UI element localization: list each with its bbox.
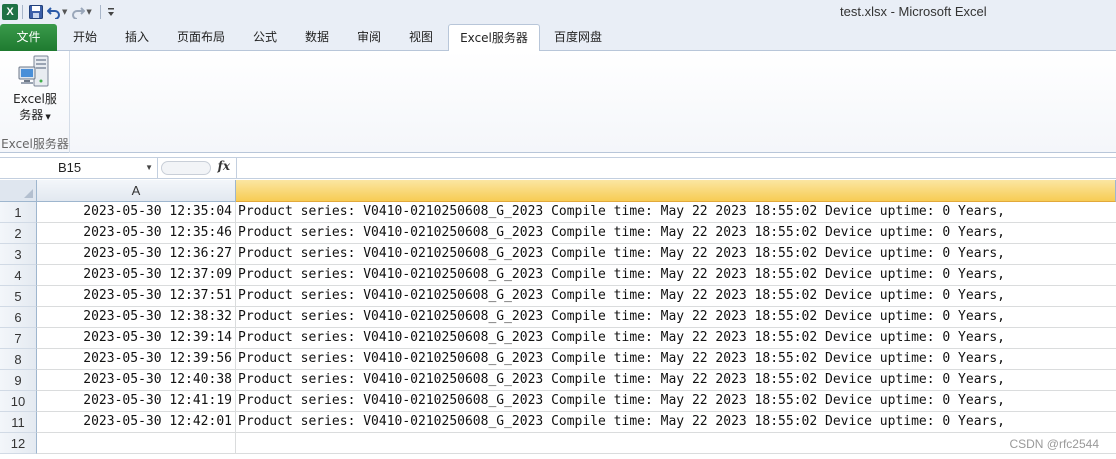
cell-a[interactable]: 2023-05-30 12:42:01 — [37, 412, 236, 432]
row-header[interactable]: 11 — [0, 412, 37, 433]
row-header[interactable]: 2 — [0, 223, 37, 244]
cell-b[interactable]: Product series: V0410-0210250608_G_2023 … — [236, 286, 1005, 306]
cell-a[interactable]: 2023-05-30 12:41:19 — [37, 391, 236, 411]
cell-b[interactable]: Product series: V0410-0210250608_G_2023 … — [236, 391, 1005, 411]
table-row: 2023-05-30 12:39:56 Product series: V041… — [37, 349, 1116, 370]
tab-review[interactable]: 审阅 — [344, 24, 394, 51]
cell-a[interactable]: 2023-05-30 12:35:04 — [37, 202, 236, 222]
row-header[interactable]: 7 — [0, 328, 37, 349]
ribbon-group-excel-server: Excel服 务器 ▼ Excel服务器 — [0, 51, 70, 153]
cell-a[interactable]: 2023-05-30 12:36:27 — [37, 244, 236, 264]
tab-excel-server[interactable]: Excel服务器 — [448, 24, 540, 52]
excel-server-button[interactable]: Excel服 务器 ▼ — [4, 55, 66, 127]
server-computer-icon — [18, 55, 49, 87]
table-row: 2023-05-30 12:42:01 Product series: V041… — [37, 412, 1116, 433]
cell-a[interactable]: 2023-05-30 12:35:46 — [37, 223, 236, 243]
cell-a[interactable]: 2023-05-30 12:40:38 — [37, 370, 236, 390]
excel-server-button-label-line1: Excel服 — [13, 92, 57, 106]
row-header[interactable]: 9 — [0, 370, 37, 391]
row-header[interactable]: 8 — [0, 349, 37, 370]
cell-a[interactable]: 2023-05-30 12:39:56 — [37, 349, 236, 369]
cell-a[interactable] — [37, 433, 236, 453]
cell-b[interactable]: Product series: V0410-0210250608_G_2023 … — [236, 370, 1005, 390]
tab-baidu-netdisk[interactable]: 百度网盘 — [542, 24, 614, 51]
formula-tools: fx — [159, 158, 237, 178]
name-box[interactable]: B15 ▼ — [0, 158, 158, 178]
column-header-b[interactable] — [236, 180, 1116, 202]
cell-b[interactable]: Product series: V0410-0210250608_G_2023 … — [236, 223, 1005, 243]
ribbon-tab-bar: 文件 开始 插入 页面布局 公式 数据 审阅 视图 Excel服务器 百度网盘 — [0, 24, 1116, 52]
cell-b[interactable]: Product series: V0410-0210250608_G_2023 … — [236, 349, 1005, 369]
cell-b[interactable]: Product series: V0410-0210250608_G_2023 … — [236, 244, 1005, 264]
row-header[interactable]: 6 — [0, 307, 37, 328]
table-row: 2023-05-30 12:35:04 Product series: V041… — [37, 202, 1116, 223]
tab-file[interactable]: 文件 — [0, 24, 57, 51]
insert-function-icon[interactable]: fx — [218, 159, 230, 173]
ribbon-panel: Excel服 务器 ▼ Excel服务器 — [0, 51, 1116, 153]
tab-view[interactable]: 视图 — [396, 24, 446, 51]
row-header[interactable]: 3 — [0, 244, 37, 265]
table-row: 2023-05-30 12:37:09 Product series: V041… — [37, 265, 1116, 286]
tab-page-layout[interactable]: 页面布局 — [164, 24, 238, 51]
cell-b[interactable]: Product series: V0410-0210250608_G_2023 … — [236, 265, 1005, 285]
cell-b[interactable] — [236, 433, 238, 453]
tab-insert[interactable]: 插入 — [113, 24, 161, 51]
watermark: CSDN @rfc2544 — [1007, 437, 1101, 451]
formula-expand-handle[interactable] — [161, 161, 211, 175]
table-row: 2023-05-30 12:40:38 Product series: V041… — [37, 370, 1116, 391]
table-row: 2023-05-30 12:35:46 Product series: V041… — [37, 223, 1116, 244]
column-header-a[interactable]: A — [37, 180, 236, 202]
cell-area: 2023-05-30 12:35:04 Product series: V041… — [37, 202, 1116, 454]
tab-home[interactable]: 开始 — [60, 24, 110, 51]
row-header[interactable]: 12 — [0, 433, 37, 454]
tab-formulas[interactable]: 公式 — [240, 24, 290, 51]
table-row: 2023-05-30 12:39:14 Product series: V041… — [37, 328, 1116, 349]
select-all-icon — [24, 189, 33, 198]
table-row: 2023-05-30 12:36:27 Product series: V041… — [37, 244, 1116, 265]
chevron-down-icon[interactable]: ▼ — [145, 158, 153, 178]
name-box-value: B15 — [58, 160, 82, 175]
row-header[interactable]: 10 — [0, 391, 37, 412]
row-header[interactable]: 4 — [0, 265, 37, 286]
cell-a[interactable]: 2023-05-30 12:38:32 — [37, 307, 236, 327]
window-title: test.xlsx - Microsoft Excel — [840, 4, 987, 19]
formula-input[interactable] — [238, 158, 1116, 178]
table-row: 2023-05-30 12:41:19 Product series: V041… — [37, 391, 1116, 412]
tab-data[interactable]: 数据 — [292, 24, 342, 51]
excel-server-button-label-line2: 务器 ▼ — [4, 107, 66, 125]
cell-b[interactable]: Product series: V0410-0210250608_G_2023 … — [236, 412, 1005, 432]
row-header[interactable]: 5 — [0, 286, 37, 307]
cell-a[interactable]: 2023-05-30 12:37:09 — [37, 265, 236, 285]
cell-b[interactable]: Product series: V0410-0210250608_G_2023 … — [236, 202, 1005, 222]
chevron-down-icon: ▼ — [45, 113, 51, 121]
select-all-button[interactable] — [0, 180, 37, 202]
row-headers: 1 2 3 4 5 6 7 8 9 10 11 12 — [0, 202, 37, 454]
ribbon-group-label: Excel服务器 — [1, 137, 69, 151]
table-row — [37, 433, 1116, 454]
cell-a[interactable]: 2023-05-30 12:37:51 — [37, 286, 236, 306]
excel-server-button-label-text: 务器 — [19, 108, 44, 122]
table-row: 2023-05-30 12:38:32 Product series: V041… — [37, 307, 1116, 328]
title-bar: X ▼ ▼ test.xlsx - Microsoft Excel — [0, 0, 1116, 24]
table-row: 2023-05-30 12:37:51 Product series: V041… — [37, 286, 1116, 307]
worksheet-grid: A 1 2 3 4 5 6 7 8 9 10 11 12 2023-05-30 … — [0, 180, 1116, 459]
formula-bar: B15 ▼ fx — [0, 157, 1116, 179]
cell-b[interactable]: Product series: V0410-0210250608_G_2023 … — [236, 307, 1005, 327]
cell-a[interactable]: 2023-05-30 12:39:14 — [37, 328, 236, 348]
row-header[interactable]: 1 — [0, 202, 37, 223]
cell-b[interactable]: Product series: V0410-0210250608_G_2023 … — [236, 328, 1005, 348]
